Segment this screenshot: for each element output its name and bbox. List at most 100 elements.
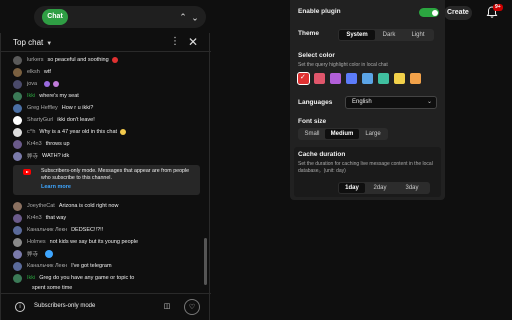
cache-duration-segmented-control: 1day 2day 3day	[338, 182, 430, 194]
more-options-icon[interactable]: ⋮	[169, 36, 181, 48]
message-text: Arizona is cold right now	[58, 203, 119, 209]
author-name[interactable]: JoeytheCat	[27, 203, 55, 209]
chat-message: c^h Why is a 47 year old in this chat	[13, 127, 127, 137]
avatar[interactable]	[13, 261, 22, 271]
chat-message: elksh wtf	[13, 67, 51, 77]
cache-option-3day[interactable]: 3day	[395, 183, 429, 193]
font-size-option-medium[interactable]: Medium	[325, 129, 359, 139]
theme-label: Theme	[298, 30, 319, 37]
theme-segmented-control: System Dark Light	[338, 29, 434, 41]
chevron-up-icon[interactable]: ⌃	[178, 11, 188, 23]
theater-mode-icon[interactable]: ◫	[159, 299, 175, 315]
chat-message-continuation: spent some time	[32, 283, 72, 293]
chat-message: lurkers so peaceful and soothing	[13, 55, 118, 65]
enable-plugin-label: Enable plugin	[298, 8, 341, 15]
chat-message: Kr4n3 that way	[13, 213, 66, 223]
theme-option-dark[interactable]: Dark	[375, 30, 403, 40]
close-icon[interactable]: ✕	[187, 36, 199, 48]
theme-option-light[interactable]: Light	[403, 30, 433, 40]
chat-message: 弊寺 WATH? idk	[13, 151, 69, 161]
chat-message: Канальчик Лекн I've got telegram	[13, 261, 112, 271]
create-button[interactable]: Create	[444, 6, 472, 20]
avatar[interactable]	[13, 213, 22, 223]
chat-message: Kr4n3 throws up	[13, 139, 70, 149]
avatar[interactable]	[13, 249, 22, 259]
info-icon[interactable]: i	[15, 302, 25, 312]
select-color-label: Select color	[298, 52, 335, 59]
notice-text: Subscribers-only mode. Messages that app…	[41, 168, 190, 181]
author-name[interactable]: Канальчик Лекн	[27, 227, 67, 233]
chat-mode-bar: Chat ⌃ ⌃	[34, 6, 206, 28]
color-swatch-teal[interactable]	[378, 73, 389, 84]
author-name[interactable]: 弊寺	[27, 250, 38, 258]
color-swatch-red[interactable]	[297, 72, 310, 85]
chat-message: Holmes not kids we say but its young peo…	[13, 237, 138, 247]
theme-option-system[interactable]: System	[339, 30, 375, 40]
author-name[interactable]: Holmes	[27, 239, 46, 245]
avatar[interactable]	[13, 225, 22, 235]
heart-icon[interactable]: ♡	[184, 299, 200, 315]
message-text: How r u ikki?	[61, 105, 94, 111]
message-text: Greg do you have any game or topic to	[39, 275, 135, 281]
cache-duration-section: Cache duration Set the duration for cach…	[294, 147, 441, 197]
avatar[interactable]	[13, 103, 22, 113]
color-swatch-light-blue[interactable]	[362, 73, 373, 84]
cache-option-2day[interactable]: 2day	[365, 183, 395, 193]
message-list: lurkers so peaceful and soothing elksh w…	[1, 53, 206, 295]
author-name[interactable]: ShartyGurl	[27, 117, 53, 123]
message-text: I've got telegram	[71, 263, 112, 269]
message-text: not kids we say but its young people	[49, 239, 139, 245]
author-name[interactable]: c^h	[27, 129, 35, 135]
avatar[interactable]	[13, 91, 22, 101]
author-name[interactable]: Kr4n3	[27, 141, 42, 147]
author-name[interactable]: 弊寺	[27, 152, 38, 160]
color-swatch-yellow[interactable]	[394, 73, 405, 84]
avatar[interactable]	[13, 67, 22, 77]
avatar[interactable]	[13, 115, 22, 125]
learn-more-link[interactable]: Learn more	[41, 184, 71, 190]
author-name[interactable]: Greg Heffley	[27, 105, 58, 111]
message-text: so peaceful and soothing	[47, 57, 109, 63]
author-name[interactable]: jova	[27, 81, 37, 87]
avatar[interactable]	[13, 127, 22, 137]
message-text: Why is a 47 year old in this chat	[39, 129, 118, 135]
enable-plugin-toggle[interactable]	[419, 8, 439, 17]
crying-emoji-icon	[120, 129, 127, 135]
chevron-down-icon[interactable]: ⌃	[190, 11, 200, 23]
author-name[interactable]: Ikki	[27, 93, 35, 99]
avatar[interactable]	[13, 237, 22, 247]
avatar[interactable]	[13, 55, 22, 65]
color-swatch-purple[interactable]	[330, 73, 341, 84]
avatar[interactable]	[13, 151, 22, 161]
avatar[interactable]	[13, 79, 22, 89]
sticker-icon	[45, 250, 54, 258]
avatar[interactable]	[13, 273, 22, 283]
author-name[interactable]: Ikki	[27, 275, 35, 281]
language-value: English	[352, 99, 372, 105]
color-swatch-orange[interactable]	[410, 73, 421, 84]
chat-mode-dropdown[interactable]: Top chat ▼	[13, 38, 52, 47]
color-swatches	[297, 72, 426, 85]
author-name[interactable]: Kr4n3	[27, 215, 42, 221]
author-name[interactable]: elksh	[27, 69, 40, 75]
color-swatch-pink[interactable]	[314, 73, 325, 84]
select-color-hint: Set the query highlight color in local c…	[298, 62, 388, 68]
message-text: where's my seat	[39, 93, 79, 99]
font-size-option-large[interactable]: Large	[359, 129, 387, 139]
avatar[interactable]	[13, 201, 22, 211]
notification-badge: 9+	[493, 4, 503, 11]
language-select[interactable]: English ⌄	[345, 96, 437, 109]
font-size-option-small[interactable]: Small	[299, 129, 325, 139]
chat-pill-button[interactable]: Chat	[42, 9, 68, 25]
youtube-icon	[23, 169, 31, 175]
author-name[interactable]: Канальчик Лекн	[27, 263, 67, 269]
cache-option-1day[interactable]: 1day	[339, 183, 365, 193]
chat-scrollbar[interactable]	[204, 238, 207, 285]
plugin-settings-panel: Enable plugin Theme System Dark Light Se…	[290, 0, 445, 200]
author-name[interactable]: lurkers	[27, 57, 44, 63]
chat-footer: i Subscribers-only mode ◫ ♡	[1, 293, 211, 320]
chevron-down-icon: ⌄	[426, 99, 432, 105]
color-swatch-blue[interactable]	[346, 73, 357, 84]
avatar[interactable]	[13, 139, 22, 149]
caret-down-icon: ▼	[46, 41, 53, 47]
